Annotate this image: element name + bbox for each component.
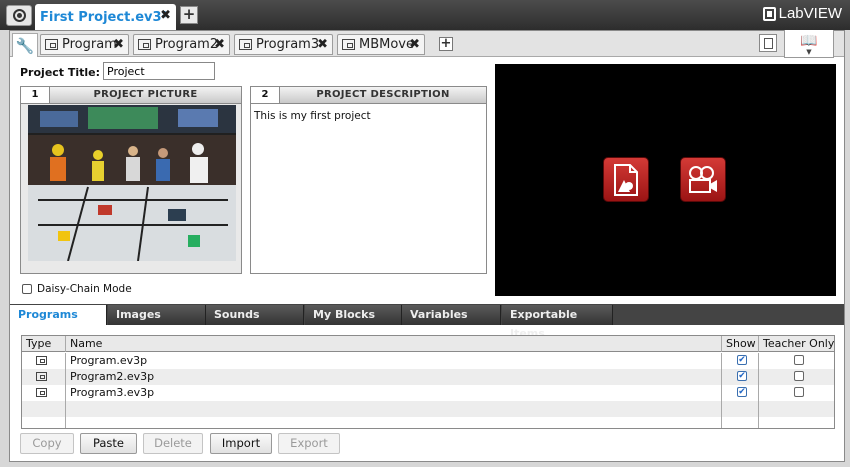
export-page-button[interactable] <box>759 34 777 52</box>
project-window: 🔧 Program ✖ Program2 ✖ Program3 ✖ MBMove… <box>9 30 845 462</box>
add-video-button[interactable] <box>680 157 726 202</box>
table-header: Type Name Show Teacher Only <box>22 336 834 352</box>
show-checkbox[interactable]: ✔ <box>737 371 747 381</box>
lobby-button[interactable] <box>6 5 32 26</box>
column-header-type[interactable]: Type <box>22 336 66 352</box>
tab-sounds[interactable]: Sounds <box>206 305 304 325</box>
tab-my-blocks[interactable]: My Blocks <box>305 305 402 325</box>
checkbox[interactable] <box>22 284 32 294</box>
program-icon <box>342 39 355 50</box>
panel-title: PROJECT PICTURE <box>93 89 198 100</box>
labview-logo: LabVIEW <box>762 5 842 22</box>
programs-table: Type Name Show Teacher Only Program.ev3p… <box>21 335 835 429</box>
lobby-icon <box>12 9 26 22</box>
content-preview <box>495 64 836 296</box>
delete-button[interactable]: Delete <box>143 433 203 454</box>
tab-label: Program2 <box>155 37 219 52</box>
content-editor-button[interactable]: 📖 ▼ <box>784 30 834 58</box>
project-picture[interactable] <box>28 105 236 261</box>
page-icon <box>763 37 773 49</box>
show-checkbox[interactable]: ✔ <box>737 387 747 397</box>
teacher-only-checkbox[interactable] <box>793 355 804 365</box>
copy-button[interactable]: Copy <box>20 433 74 454</box>
tab-label: Program3 <box>256 37 320 52</box>
project-tab-label: First Project.ev3* <box>40 9 169 25</box>
video-camera-icon <box>689 165 717 193</box>
close-icon[interactable]: ✖ <box>214 37 225 52</box>
close-icon[interactable]: ✖ <box>160 8 171 23</box>
project-description-text[interactable]: This is my first project <box>254 110 371 122</box>
table-row[interactable]: Program.ev3p ✔ <box>22 353 834 369</box>
program-icon <box>36 356 47 365</box>
column-header-teacher-only[interactable]: Teacher Only <box>759 336 834 352</box>
panel-number: 1 <box>21 87 50 103</box>
add-content-button[interactable] <box>603 157 649 202</box>
tab-program[interactable]: Program ✖ <box>40 34 129 55</box>
daisy-chain-label: Daisy-Chain Mode <box>37 283 132 295</box>
panel-title: PROJECT DESCRIPTION <box>316 89 450 100</box>
tab-program3[interactable]: Program3 ✖ <box>234 34 333 55</box>
close-icon[interactable]: ✖ <box>113 37 124 52</box>
brand-name: LabVIEW <box>778 5 842 22</box>
export-button[interactable]: Export <box>278 433 340 454</box>
program-icon <box>138 39 151 50</box>
program-icon <box>36 388 47 397</box>
table-row-empty <box>22 417 834 428</box>
chevron-down-icon: ▼ <box>806 47 812 56</box>
program-name: Program.ev3p <box>66 353 722 369</box>
table-row-empty <box>22 401 834 417</box>
show-checkbox[interactable]: ✔ <box>737 355 747 365</box>
program-icon <box>45 39 58 50</box>
new-project-button[interactable]: + <box>180 6 198 24</box>
title-bar: First Project.ev3* ✖ + LabVIEW <box>0 0 850 30</box>
column-header-show[interactable]: Show <box>722 336 759 352</box>
tab-variables[interactable]: Variables <box>402 305 501 325</box>
table-row[interactable]: Program2.ev3p ✔ <box>22 369 834 385</box>
tab-mbmove[interactable]: MBMove ✖ <box>337 34 425 55</box>
project-picture-panel: 1 PROJECT PICTURE <box>20 86 242 274</box>
program-tab-bar: 🔧 Program ✖ Program2 ✖ Program3 ✖ MBMove… <box>10 30 844 58</box>
panel-number: 2 <box>251 87 280 103</box>
book-icon: 📖 <box>800 32 818 49</box>
paste-button[interactable]: Paste <box>80 433 137 454</box>
close-icon[interactable]: ✖ <box>317 37 328 52</box>
tab-label: MBMove <box>359 37 414 52</box>
tab-label: Program <box>62 37 117 52</box>
project-description-panel: 2 PROJECT DESCRIPTION This is my first p… <box>250 86 487 274</box>
program-icon <box>239 39 252 50</box>
competition-photo <box>28 105 236 261</box>
project-title-label: Project Title: <box>20 66 101 79</box>
tab-images[interactable]: Images <box>108 305 206 325</box>
project-content-tabs: Programs Images Sounds My Blocks Variabl… <box>10 304 844 340</box>
daisy-chain-checkbox[interactable]: Daisy-Chain Mode <box>22 283 132 295</box>
tab-exportable-items[interactable]: Exportable Items <box>502 305 613 340</box>
project-title-input[interactable] <box>103 62 215 80</box>
tab-program2[interactable]: Program2 ✖ <box>133 34 230 55</box>
program-name: Program2.ev3p <box>66 369 722 385</box>
column-header-name[interactable]: Name <box>66 336 722 352</box>
wrench-icon: 🔧 <box>15 36 35 55</box>
document-image-icon <box>614 163 638 196</box>
project-properties-tab[interactable]: 🔧 <box>12 33 38 57</box>
teacher-only-checkbox[interactable] <box>793 371 804 381</box>
import-button[interactable]: Import <box>210 433 272 454</box>
program-icon <box>36 372 47 381</box>
table-row[interactable]: Program3.ev3p ✔ <box>22 385 834 401</box>
add-program-button[interactable]: + <box>439 37 453 51</box>
ni-logo-icon <box>762 6 776 21</box>
project-tab[interactable]: First Project.ev3* ✖ <box>35 4 176 30</box>
close-icon[interactable]: ✖ <box>409 37 420 52</box>
program-name: Program3.ev3p <box>66 385 722 401</box>
teacher-only-checkbox[interactable] <box>793 387 804 397</box>
tab-programs[interactable]: Programs <box>10 305 107 325</box>
